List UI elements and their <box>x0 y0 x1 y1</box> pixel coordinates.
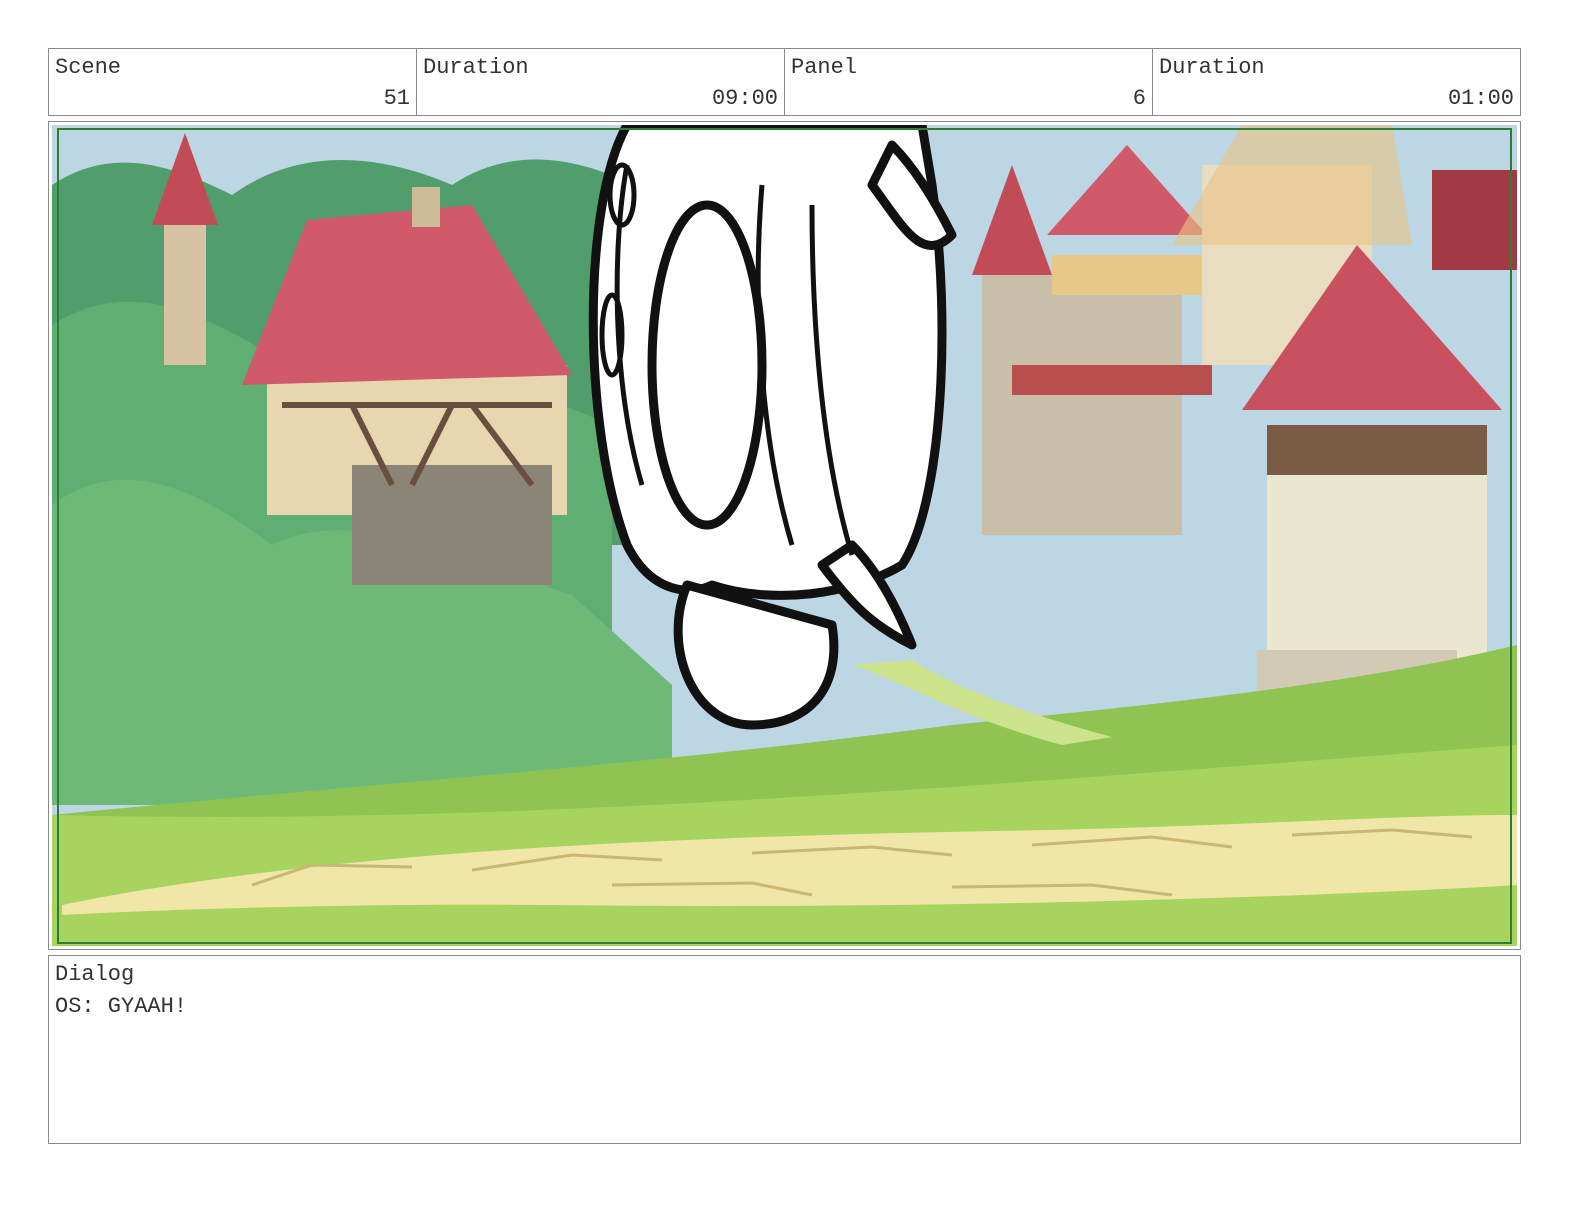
dialog-label: Dialog <box>55 962 135 987</box>
scene-duration-cell: Duration 09:00 <box>417 49 785 115</box>
dialog-box: Dialog OS: GYAAH! <box>48 955 1521 1144</box>
panel-duration-cell: Duration 01:00 <box>1153 49 1520 115</box>
panel-illustration <box>52 125 1517 946</box>
scene-label: Scene <box>55 55 122 80</box>
panel-duration-value: 01:00 <box>1447 86 1514 111</box>
panel-cell: Panel 6 <box>785 49 1153 115</box>
panel-number: 6 <box>1132 86 1146 111</box>
dialog-text: OS: GYAAH! <box>55 994 188 1019</box>
scene-number: 51 <box>383 86 410 111</box>
storyboard-header: Scene 51 Duration 09:00 Panel 6 Duration… <box>48 48 1521 116</box>
storyboard-panel <box>48 121 1521 950</box>
scene-duration-label: Duration <box>423 55 529 80</box>
panel-label: Panel <box>791 55 858 80</box>
panel-duration-label: Duration <box>1159 55 1265 80</box>
scene-cell: Scene 51 <box>49 49 417 115</box>
scene-duration-value: 09:00 <box>711 86 778 111</box>
